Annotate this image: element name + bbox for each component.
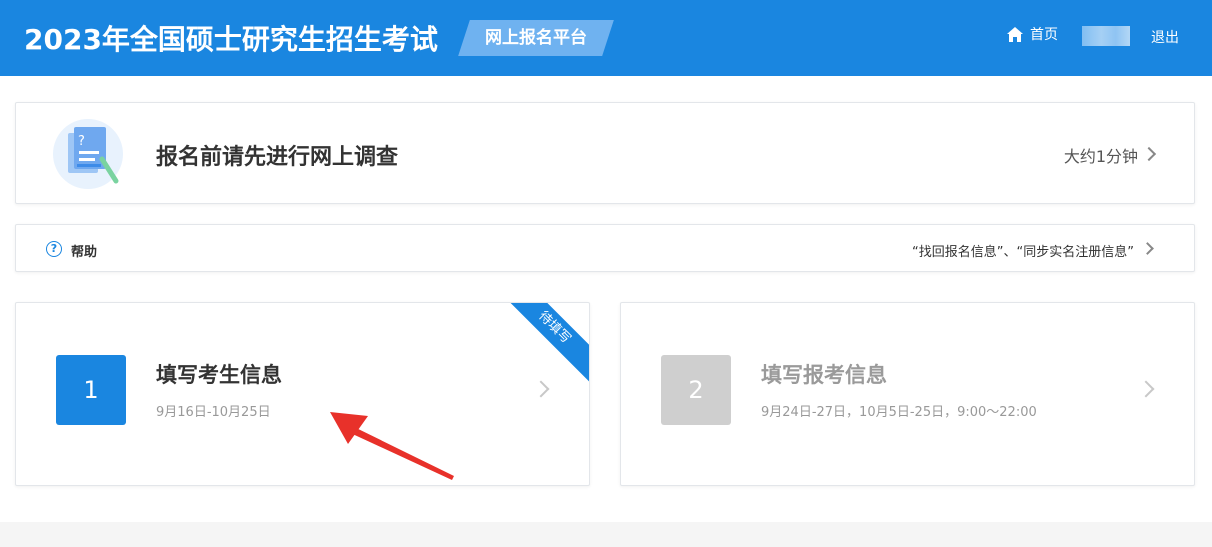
help-question-icon: ?: [46, 241, 62, 257]
home-link-label: 首页: [1030, 27, 1058, 43]
chevron-right-icon: [1141, 242, 1154, 255]
site-title: 2023年全国硕士研究生招生考试: [24, 23, 438, 56]
survey-title: 报名前请先进行网上调查: [156, 145, 399, 170]
chevron-right-icon: [1141, 146, 1157, 162]
step-number-badge: 2: [661, 355, 731, 425]
svg-text:?: ?: [78, 134, 85, 149]
help-bar[interactable]: ? 帮助 “找回报名信息”、“同步实名注册信息”: [15, 224, 1195, 272]
survey-time-estimate: 大约1分钟: [1063, 147, 1138, 166]
logout-link[interactable]: 退出: [1151, 27, 1179, 47]
footer-band: [0, 522, 1212, 547]
help-label: 帮助: [71, 245, 98, 260]
user-avatar-blurred[interactable]: [1082, 26, 1130, 46]
step-title: 填写报考信息: [761, 363, 887, 387]
help-links[interactable]: “找回报名信息”、“同步实名注册信息”: [912, 241, 1134, 260]
step-card-fill-candidate-info[interactable]: 1 填写考生信息 9月16日-10月25日 待填写: [15, 302, 590, 486]
home-icon: [1007, 26, 1023, 42]
home-link[interactable]: 首页: [1006, 24, 1058, 44]
chevron-right-icon: [532, 380, 550, 398]
step-date-range: 9月16日-10月25日: [156, 405, 271, 420]
step-date-range: 9月24日-27日，10月5日-25日，9:00～22:00: [761, 405, 1037, 420]
step-number-badge: 1: [56, 355, 126, 425]
platform-badge-label: 网上报名平台: [485, 28, 587, 48]
platform-badge: 网上报名平台: [458, 20, 614, 56]
annotation-arrow-icon: [330, 412, 454, 480]
top-header: 2023年全国硕士研究生招生考试 网上报名平台 首页 退出: [0, 0, 1212, 76]
status-ribbon: 待填写: [498, 303, 589, 384]
chevron-right-icon: [1137, 380, 1155, 398]
survey-card[interactable]: ? 报名前请先进行网上调查 大约1分钟: [15, 102, 1195, 204]
step-title: 填写考生信息: [156, 363, 282, 387]
step-card-fill-application-info[interactable]: 2 填写报考信息 9月24日-27日，10月5日-25日，9:00～22:00: [620, 302, 1195, 486]
survey-document-icon: ?: [53, 119, 123, 189]
